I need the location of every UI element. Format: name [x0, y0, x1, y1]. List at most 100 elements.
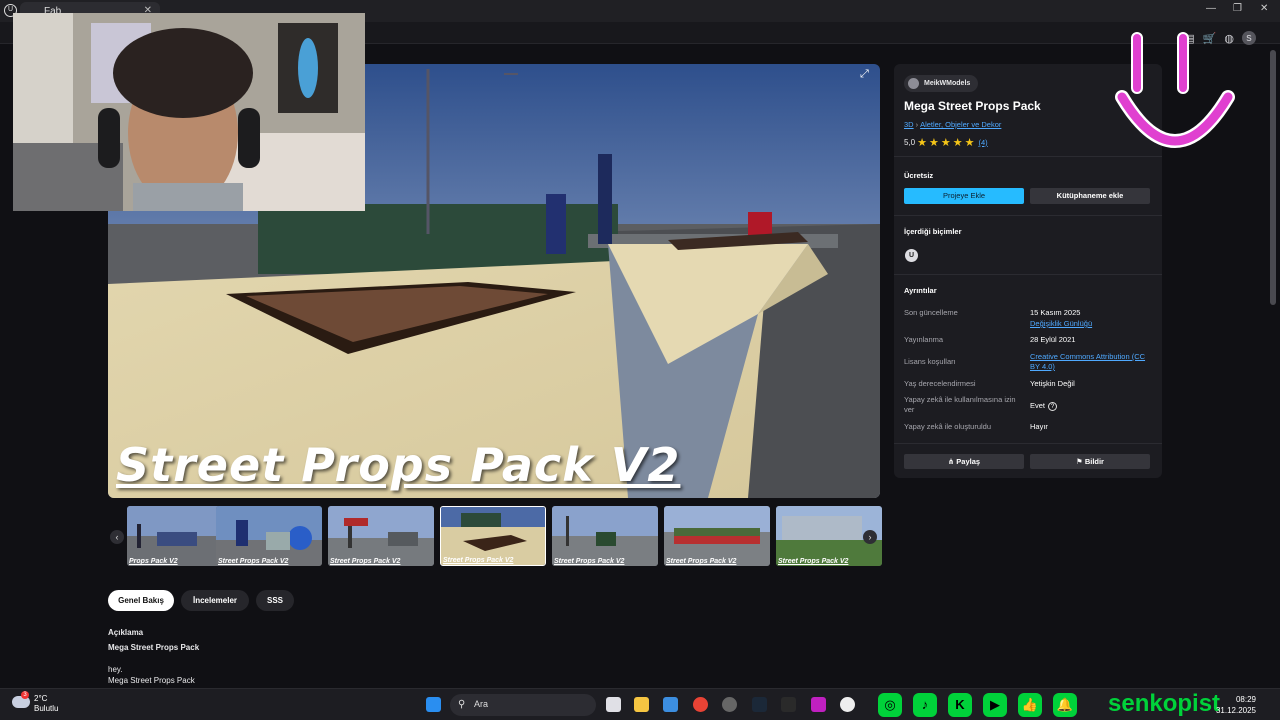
detail-value: Yetişkin Değil [1030, 379, 1075, 388]
description-line: hey. [108, 665, 123, 674]
report-button[interactable]: ⚑ Bildir [1030, 454, 1150, 469]
kick-icon: K [948, 692, 972, 717]
weather-desc: Bulutlu [34, 704, 59, 713]
seller-name: MeikWModels [924, 80, 971, 87]
thumbnail[interactable]: Street Props Pack V2 [216, 506, 322, 566]
report-label: Bildir [1084, 457, 1104, 466]
formats-heading: İçerdiği biçimler [904, 227, 962, 236]
expand-icon[interactable]: ⤢ [860, 68, 874, 82]
rating-value: 5,0 [904, 138, 916, 147]
thumbnail[interactable]: Street Props Pack V2 [664, 506, 770, 566]
restore-icon[interactable]: ❐ [1233, 3, 1242, 14]
detail-value: 28 Eylül 2021 [1030, 335, 1076, 344]
flag-icon: ⚑ [1076, 457, 1085, 466]
youtube-icon: ▶ [983, 692, 1007, 717]
detail-value: 15 Kasım 2025 [1030, 308, 1081, 317]
smiley-overlay [1115, 32, 1235, 148]
tab-reviews[interactable]: İncelemeler [181, 590, 249, 611]
thumbnail-strip: ‹ Props Pack V2 Street Props Pack V2 Str… [108, 505, 882, 567]
close-icon[interactable]: ✕ [1260, 3, 1268, 14]
chrome-icon[interactable] [693, 697, 708, 712]
star-icon: ★ [952, 137, 963, 149]
app-icon[interactable] [811, 697, 826, 712]
thumbs-up-icon: 👍 [1018, 692, 1042, 717]
thumbnail-label: Street Props Pack V2 [666, 558, 737, 565]
seller-badge[interactable]: MeikWModels [904, 75, 979, 92]
scrollbar[interactable] [1270, 50, 1276, 305]
search-input[interactable]: ⚲ Ara [450, 694, 596, 716]
changelog-link[interactable]: Değişiklik Günlüğü [1030, 319, 1150, 329]
chevron-right-icon[interactable]: › [863, 530, 877, 544]
seller-avatar [908, 78, 919, 89]
divider [894, 443, 1162, 444]
epic-games-icon[interactable] [781, 697, 796, 712]
social-overlay: ◎ ♪ K ▶ 👍 🔔 [878, 689, 1077, 720]
description-line: Mega Street Props Pack [108, 676, 195, 685]
license-link[interactable]: Creative Commons Attribution (CC BY 4.0) [1030, 352, 1150, 372]
weather-widget[interactable]: 3 2°C Bulutlu [12, 691, 59, 714]
thumbnail-label: Street Props Pack V2 [218, 558, 289, 565]
share-label: Paylaş [956, 457, 981, 466]
thumbnail[interactable]: Street Props Pack V2 [440, 506, 546, 566]
unreal-engine-icon: U [905, 249, 918, 262]
rating: 5,0 ★ ★ ★ ★ ★ (4) [904, 136, 988, 149]
share-button[interactable]: ⋔ Paylaş [904, 454, 1024, 469]
product-title: Mega Street Props Pack [904, 99, 1041, 113]
minimize-icon[interactable]: — [1206, 3, 1216, 14]
help-icon[interactable]: ? [1048, 401, 1058, 411]
tab-faq[interactable]: SSS [256, 590, 294, 611]
tiktok-icon: ♪ [913, 692, 937, 717]
thumbnail-label: Props Pack V2 [129, 558, 178, 565]
detail-key: Yaş derecelendirmesi [904, 379, 976, 388]
divider [894, 215, 1162, 216]
description-heading: Açıklama [108, 628, 144, 637]
add-to-project-button[interactable]: Projeye Ekle [904, 188, 1024, 204]
detail-key: Son güncelleme [904, 308, 958, 317]
detail-key: Yayınlanma [904, 335, 944, 344]
hero-title: Street Props Pack V2 [116, 438, 681, 492]
instagram-icon: ◎ [878, 692, 902, 717]
detail-value-text: Evet [1030, 401, 1046, 410]
star-icon: ★ [964, 137, 975, 149]
description-title: Mega Street Props Pack [108, 643, 200, 652]
obs-icon[interactable] [722, 697, 737, 712]
file-explorer-icon[interactable] [634, 697, 649, 712]
search-icon: ⚲ [458, 699, 466, 710]
divider [894, 274, 1162, 275]
review-count-link[interactable]: (4) [979, 138, 988, 147]
thumbnail-label: Street Props Pack V2 [554, 558, 625, 565]
thumbnail[interactable]: Street Props Pack V2 [552, 506, 658, 566]
avatar[interactable]: s [1242, 31, 1256, 45]
bell-icon: 🔔 [1053, 692, 1077, 717]
detail-key: Lisans koşulları [904, 357, 956, 366]
chevron-left-icon[interactable]: ‹ [110, 530, 124, 544]
detail-key: Yapay zekâ ile kullanılmasına izin ver [904, 395, 1016, 414]
breadcrumb: 3D › Aletler, Objeler ve Dekor [904, 120, 1001, 129]
detail-value: Evet? [1030, 401, 1150, 411]
star-icon: ★ [929, 137, 939, 149]
breadcrumb-3d[interactable]: 3D [904, 120, 914, 129]
add-to-library-button[interactable]: Kütüphaneme ekle [1030, 188, 1150, 204]
thumbnail[interactable]: Street Props Pack V2 [328, 506, 434, 566]
star-icon: ★ [917, 137, 927, 149]
store-icon[interactable] [663, 697, 678, 712]
tab-overview[interactable]: Genel Bakış [108, 590, 174, 611]
windows-start-icon[interactable] [426, 697, 441, 712]
thumbnail-label: Street Props Pack V2 [443, 557, 514, 564]
chevron-right-icon: › [915, 120, 919, 129]
clock-date: 31.12.2025 [1215, 706, 1256, 715]
taskbar: 3 2°C Bulutlu ⚲ Ara ◎ ♪ K ▶ 👍 🔔 senkopis… [0, 688, 1280, 720]
webcam-overlay [13, 13, 365, 211]
detail-key: Yapay zekâ ile oluşturuldu [904, 422, 991, 431]
notification-badge: 3 [21, 691, 29, 699]
details-heading: Ayrıntılar [904, 286, 937, 295]
clock-time: 08:29 [1235, 695, 1256, 704]
thumbnail-label: Street Props Pack V2 [330, 558, 401, 565]
breadcrumb-category[interactable]: Aletler, Objeler ve Dekor [920, 120, 1001, 129]
brand-name: senkopist [1108, 690, 1221, 717]
detail-value: Hayır [1030, 422, 1048, 431]
clock[interactable]: 08:29 31.12.2025 [1216, 694, 1256, 716]
unreal-engine-icon[interactable] [840, 697, 855, 712]
steam-icon[interactable] [752, 697, 767, 712]
task-view-icon[interactable] [606, 697, 621, 712]
